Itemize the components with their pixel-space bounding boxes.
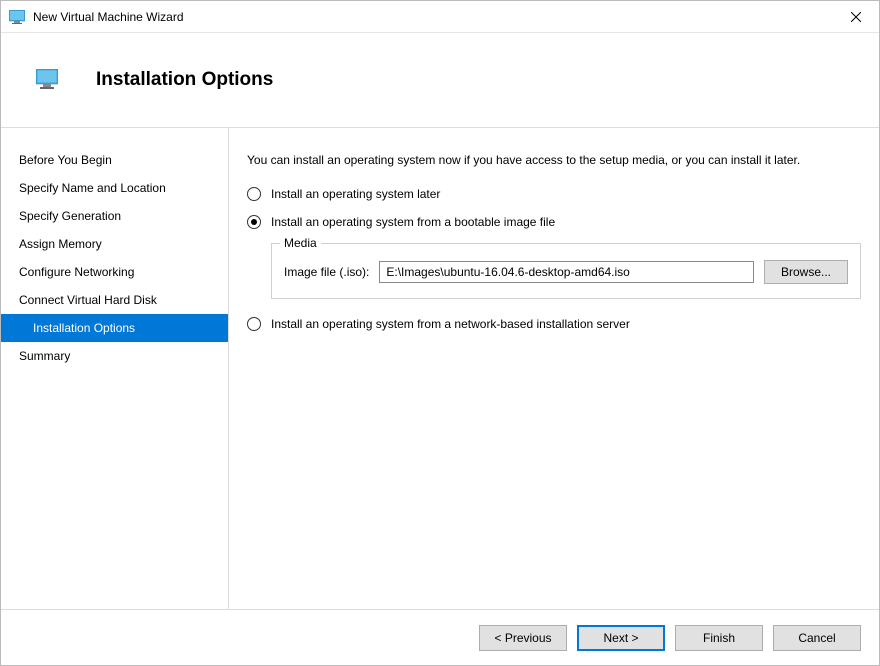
nav-specify-generation[interactable]: Specify Generation <box>1 202 228 230</box>
nav-specify-name-location[interactable]: Specify Name and Location <box>1 174 228 202</box>
browse-button[interactable]: Browse... <box>764 260 848 284</box>
nav-connect-virtual-hard-disk[interactable]: Connect Virtual Hard Disk <box>1 286 228 314</box>
option-install-later[interactable]: Install an operating system later <box>247 187 861 201</box>
radio-install-later[interactable] <box>247 187 261 201</box>
media-group: Media Image file (.iso): Browse... <box>271 243 861 299</box>
radio-install-bootable[interactable] <box>247 215 261 229</box>
option-install-network[interactable]: Install an operating system from a netwo… <box>247 317 861 331</box>
image-file-input[interactable] <box>379 261 754 283</box>
cancel-button[interactable]: Cancel <box>773 625 861 651</box>
image-file-label: Image file (.iso): <box>284 265 369 279</box>
nav-summary[interactable]: Summary <box>1 342 228 370</box>
app-icon <box>9 9 25 25</box>
titlebar: New Virtual Machine Wizard <box>1 1 879 33</box>
nav-assign-memory[interactable]: Assign Memory <box>1 230 228 258</box>
radio-install-bootable-label: Install an operating system from a boota… <box>271 215 555 229</box>
radio-install-later-label: Install an operating system later <box>271 187 440 201</box>
media-legend: Media <box>280 236 321 250</box>
previous-button[interactable]: < Previous <box>479 625 567 651</box>
window-title: New Virtual Machine Wizard <box>33 10 833 24</box>
nav-configure-networking[interactable]: Configure Networking <box>1 258 228 286</box>
wizard-window: New Virtual Machine Wizard Installation … <box>0 0 880 666</box>
radio-install-network-label: Install an operating system from a netwo… <box>271 317 630 331</box>
option-install-bootable[interactable]: Install an operating system from a boota… <box>247 215 861 229</box>
intro-text: You can install an operating system now … <box>247 152 861 169</box>
content-pane: You can install an operating system now … <box>229 128 879 609</box>
nav-before-you-begin[interactable]: Before You Begin <box>1 146 228 174</box>
finish-button[interactable]: Finish <box>675 625 763 651</box>
radio-install-network[interactable] <box>247 317 261 331</box>
header-icon <box>36 69 58 89</box>
wizard-footer: < Previous Next > Finish Cancel <box>1 609 879 665</box>
nav-installation-options[interactable]: Installation Options <box>1 314 228 342</box>
wizard-header: Installation Options <box>1 33 879 128</box>
close-button[interactable] <box>833 1 879 33</box>
page-title: Installation Options <box>96 69 273 91</box>
next-button[interactable]: Next > <box>577 625 665 651</box>
wizard-body: Before You Begin Specify Name and Locati… <box>1 128 879 609</box>
sidebar-nav: Before You Begin Specify Name and Locati… <box>1 128 229 609</box>
